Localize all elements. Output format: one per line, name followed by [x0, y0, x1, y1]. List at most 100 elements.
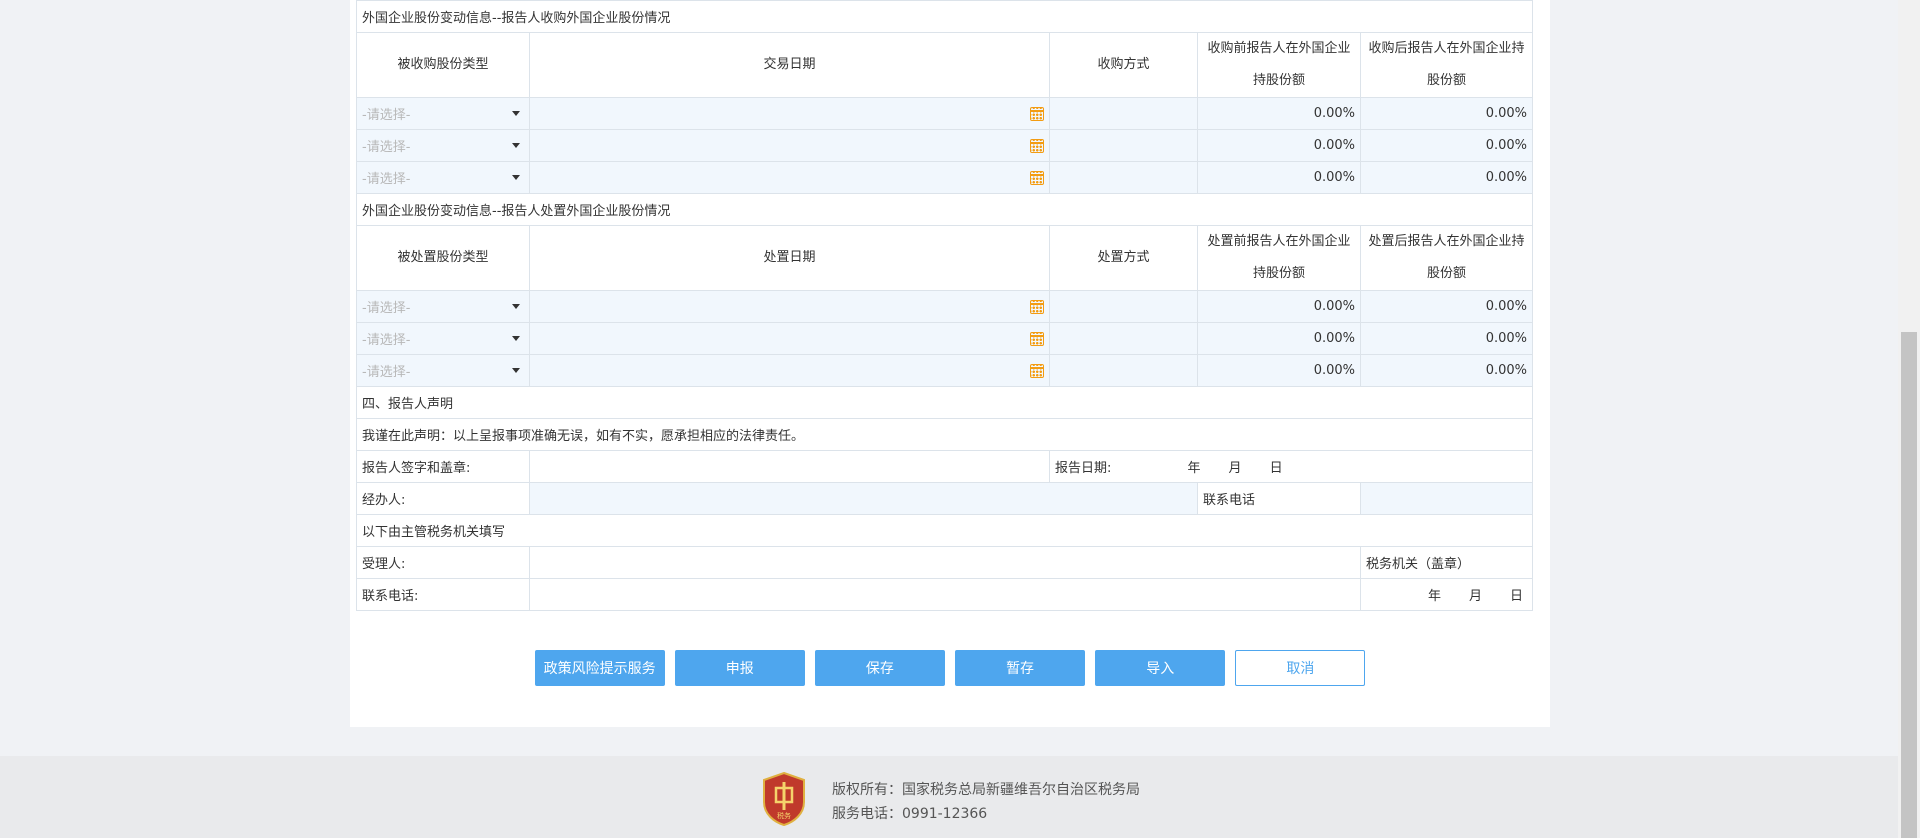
- form-card: 外国企业股份变动信息--报告人收购外国企业股份情况 被收购股份类型 交易日期 收…: [350, 0, 1550, 727]
- agent-input[interactable]: [529, 482, 1198, 515]
- dispose-method-input[interactable]: [1049, 290, 1198, 323]
- import-button[interactable]: 导入: [1095, 650, 1226, 686]
- share-type-select[interactable]: -请选择-: [356, 290, 530, 323]
- day-label: 日: [1510, 589, 1524, 604]
- calendar-icon[interactable]: [1030, 331, 1044, 346]
- share-type-select[interactable]: -请选择-: [356, 354, 530, 387]
- after-share-input[interactable]: 0.00%: [1359, 129, 1534, 162]
- report-date-cell: 报告日期: 年 月 日: [1048, 450, 1534, 483]
- declaration-section-row: 四、报告人声明: [355, 386, 1534, 419]
- year-label: 年: [1187, 461, 1201, 476]
- scrollbar-thumb[interactable]: [1901, 332, 1917, 838]
- acquire-header-after: 收购后报告人在外国企业持股份额: [1359, 32, 1534, 98]
- tax-office-section-title: 以下由主管税务机关填写: [355, 514, 1534, 547]
- dispose-header-method: 处置方式: [1049, 225, 1198, 291]
- dispose-header-date: 处置日期: [529, 225, 1050, 291]
- share-type-value: -请选择-: [362, 172, 411, 187]
- caret-down-icon: [512, 304, 520, 309]
- share-type-select[interactable]: -请选择-: [356, 322, 530, 355]
- calendar-icon[interactable]: [1030, 138, 1044, 153]
- receiver-field: [529, 546, 1361, 579]
- cancel-button[interactable]: 取消: [1235, 650, 1366, 686]
- vertical-scrollbar[interactable]: [1898, 0, 1920, 838]
- before-share-input[interactable]: 0.00%: [1197, 322, 1361, 355]
- signature-row: 报告人签字和盖章: 报告日期: 年 月 日: [356, 450, 1534, 483]
- acquire-row: -请选择- 0.00% 0.00%: [356, 161, 1534, 194]
- caret-down-icon: [512, 175, 520, 180]
- calendar-icon[interactable]: [1030, 106, 1044, 121]
- dispose-header-after: 处置后报告人在外国企业持股份额: [1359, 225, 1534, 291]
- action-bar: 政策风险提示服务 申报 保存 暂存 导入 取消: [350, 650, 1550, 686]
- acquire-section-title: 外国企业股份变动信息--报告人收购外国企业股份情况: [355, 0, 1534, 33]
- dispose-date-input[interactable]: [529, 354, 1050, 387]
- calendar-icon[interactable]: [1030, 170, 1044, 185]
- dispose-section-title: 外国企业股份变动信息--报告人处置外国企业股份情况: [355, 193, 1534, 226]
- trade-date-input[interactable]: [529, 161, 1050, 194]
- share-type-value: -请选择-: [362, 333, 411, 348]
- after-share-input[interactable]: 0.00%: [1359, 322, 1534, 355]
- acquire-header-before: 收购前报告人在外国企业持股份额: [1197, 32, 1361, 98]
- share-type-select[interactable]: -请选择-: [356, 97, 530, 130]
- dispose-row: -请选择- 0.00% 0.00%: [356, 290, 1534, 323]
- tax-phone-row: 联系电话: 年 月 日: [356, 578, 1534, 611]
- share-type-select[interactable]: -请选择-: [356, 161, 530, 194]
- dispose-date-input[interactable]: [529, 322, 1050, 355]
- declaration-section-title: 四、报告人声明: [355, 386, 1534, 419]
- tax-phone-label: 联系电话:: [356, 578, 530, 611]
- receiver-label: 受理人:: [356, 546, 530, 579]
- copyright-text: 版权所有：国家税务总局新疆维吾尔自治区税务局: [832, 782, 1140, 798]
- acquire-section-row: 外国企业股份变动信息--报告人收购外国企业股份情况: [355, 0, 1534, 33]
- acquire-row: -请选择- 0.00% 0.00%: [356, 129, 1534, 162]
- agent-phone-input[interactable]: [1359, 482, 1534, 515]
- acquire-row: -请选择- 0.00% 0.00%: [356, 97, 1534, 130]
- year-label: 年: [1427, 589, 1441, 604]
- temp-save-button[interactable]: 暂存: [955, 650, 1086, 686]
- declare-button[interactable]: 申报: [674, 650, 805, 686]
- caret-down-icon: [512, 143, 520, 148]
- calendar-icon[interactable]: [1030, 363, 1044, 378]
- tax-date-ymd: 年月日: [1414, 585, 1527, 604]
- acquire-method-input[interactable]: [1049, 97, 1198, 130]
- tax-emblem-icon: 税务: [763, 772, 805, 826]
- caret-down-icon: [512, 368, 520, 373]
- service-phone-text: 服务电话：0991-12366: [832, 806, 988, 822]
- acquire-header-date: 交易日期: [529, 32, 1050, 98]
- save-button[interactable]: 保存: [814, 650, 945, 686]
- acquire-method-input[interactable]: [1049, 129, 1198, 162]
- dispose-method-input[interactable]: [1049, 354, 1198, 387]
- share-type-value: -请选择-: [362, 301, 411, 316]
- declaration-statement: 我谨在此声明：以上呈报事项准确无误，如有不实，愿承担相应的法律责任。: [355, 418, 1534, 451]
- dispose-header-before: 处置前报告人在外国企业持股份额: [1197, 225, 1361, 291]
- footer-text: 版权所有：国家税务总局新疆维吾尔自治区税务局 服务电话：0991-12366: [832, 778, 1140, 826]
- before-share-input[interactable]: 0.00%: [1197, 354, 1361, 387]
- acquire-method-input[interactable]: [1049, 161, 1198, 194]
- month-label: 月: [1468, 589, 1482, 604]
- tax-date-cell: 年月日: [1359, 578, 1534, 611]
- policy-risk-button[interactable]: 政策风险提示服务: [534, 650, 665, 686]
- before-share-input[interactable]: 0.00%: [1197, 129, 1361, 162]
- dispose-row: -请选择- 0.00% 0.00%: [356, 354, 1534, 387]
- day-label: 日: [1269, 461, 1283, 476]
- report-date-label: 报告日期:: [1055, 461, 1112, 476]
- after-share-input[interactable]: 0.00%: [1359, 161, 1534, 194]
- before-share-input[interactable]: 0.00%: [1197, 97, 1361, 130]
- before-share-input[interactable]: 0.00%: [1197, 290, 1361, 323]
- caret-down-icon: [512, 111, 520, 116]
- after-share-input[interactable]: 0.00%: [1359, 97, 1534, 130]
- dispose-method-input[interactable]: [1049, 322, 1198, 355]
- calendar-icon[interactable]: [1030, 299, 1044, 314]
- agent-row: 经办人: 联系电话: [356, 482, 1534, 515]
- after-share-input[interactable]: 0.00%: [1359, 290, 1534, 323]
- dispose-row: -请选择- 0.00% 0.00%: [356, 322, 1534, 355]
- before-share-input[interactable]: 0.00%: [1197, 161, 1361, 194]
- sign-field: [529, 450, 1050, 483]
- trade-date-input[interactable]: [529, 129, 1050, 162]
- dispose-date-input[interactable]: [529, 290, 1050, 323]
- emblem-text: 税务: [777, 811, 791, 820]
- acquire-header-type: 被收购股份类型: [356, 32, 530, 98]
- after-share-input[interactable]: 0.00%: [1359, 354, 1534, 387]
- trade-date-input[interactable]: [529, 97, 1050, 130]
- acquire-header-method: 收购方式: [1049, 32, 1198, 98]
- share-type-select[interactable]: -请选择-: [356, 129, 530, 162]
- dispose-section-row: 外国企业股份变动信息--报告人处置外国企业股份情况: [355, 193, 1534, 226]
